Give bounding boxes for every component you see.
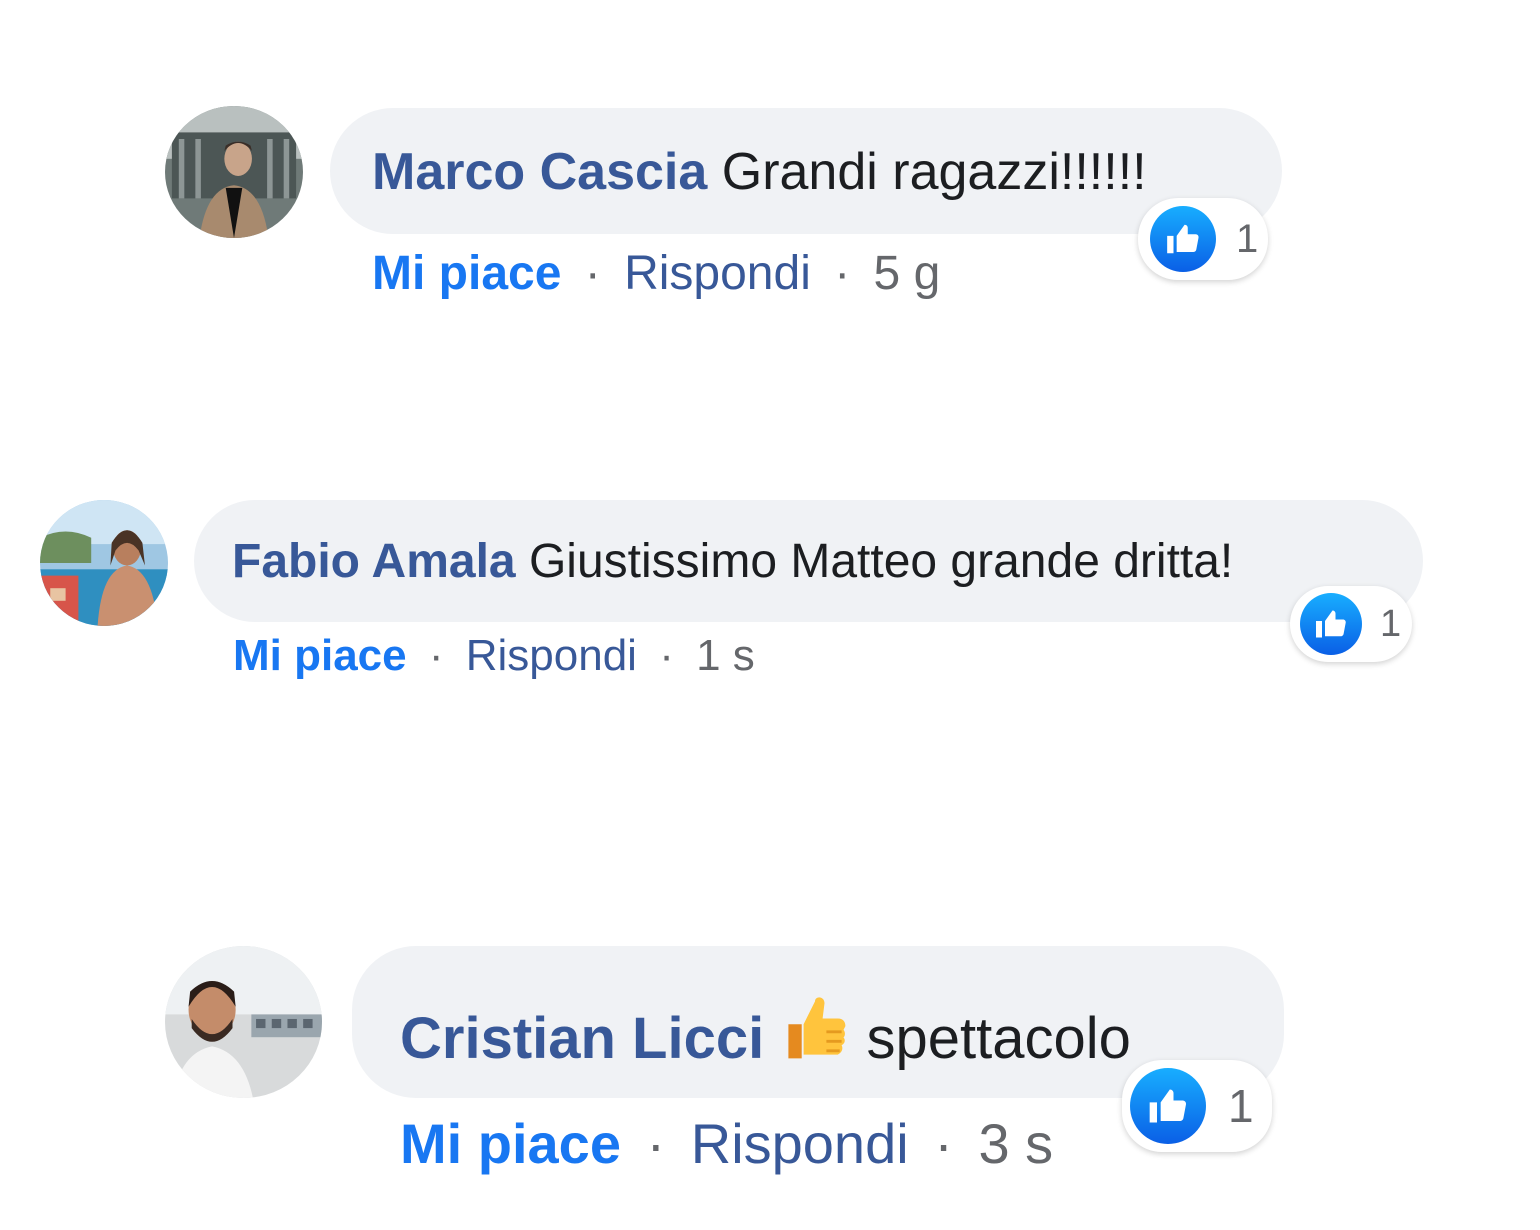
comment-bubble: Marco Cascia Grandi ragazzi!!!!!! <box>330 108 1282 234</box>
thumbs-up-emoji-icon <box>780 990 850 1080</box>
like-icon <box>1130 1068 1206 1144</box>
comment-text: spettacolo <box>866 1006 1131 1071</box>
reaction-summary[interactable]: 1 <box>1122 1060 1272 1152</box>
comment-text: Grandi ragazzi!!!!!! <box>721 143 1147 201</box>
comment-actions: Mi piace · Rispondi · 1 s <box>233 630 755 682</box>
like-button[interactable]: Mi piace <box>233 631 407 680</box>
separator: · <box>646 1112 666 1175</box>
separator: · <box>428 631 444 680</box>
like-icon <box>1300 593 1362 655</box>
comment-bubble: Fabio Amala Giustissimo Matteo grande dr… <box>194 500 1423 622</box>
comment-text: Giustissimo Matteo grande dritta! <box>528 535 1234 588</box>
reply-button[interactable]: Rispondi <box>466 631 637 680</box>
comment-timestamp[interactable]: 3 s <box>978 1112 1053 1175</box>
comment-author[interactable]: Fabio Amala <box>232 535 516 588</box>
reply-button[interactable]: Rispondi <box>624 247 811 300</box>
comment-author[interactable]: Cristian Licci <box>400 1006 764 1071</box>
comment-timestamp[interactable]: 1 s <box>696 631 755 680</box>
comment-author[interactable]: Marco Cascia <box>372 143 707 201</box>
comment-actions: Mi piace · Rispondi · 3 s <box>400 1112 1053 1176</box>
reply-button[interactable]: Rispondi <box>691 1112 909 1175</box>
like-button[interactable]: Mi piace <box>400 1112 621 1175</box>
avatar[interactable] <box>165 946 322 1098</box>
reaction-summary[interactable]: 1 <box>1290 586 1412 662</box>
like-button[interactable]: Mi piace <box>372 247 561 300</box>
separator: · <box>584 247 601 300</box>
reaction-count: 1 <box>1236 216 1259 261</box>
comment-timestamp[interactable]: 5 g <box>874 247 941 300</box>
reaction-count: 1 <box>1228 1080 1254 1132</box>
reaction-summary[interactable]: 1 <box>1138 198 1268 280</box>
reaction-count: 1 <box>1380 602 1402 645</box>
avatar[interactable] <box>40 500 168 626</box>
like-icon <box>1150 206 1216 272</box>
avatar[interactable] <box>165 106 303 238</box>
separator: · <box>934 1112 953 1175</box>
comment-actions: Mi piace · Rispondi · 5 g <box>372 246 940 302</box>
separator: · <box>834 247 851 300</box>
separator: · <box>659 631 674 680</box>
